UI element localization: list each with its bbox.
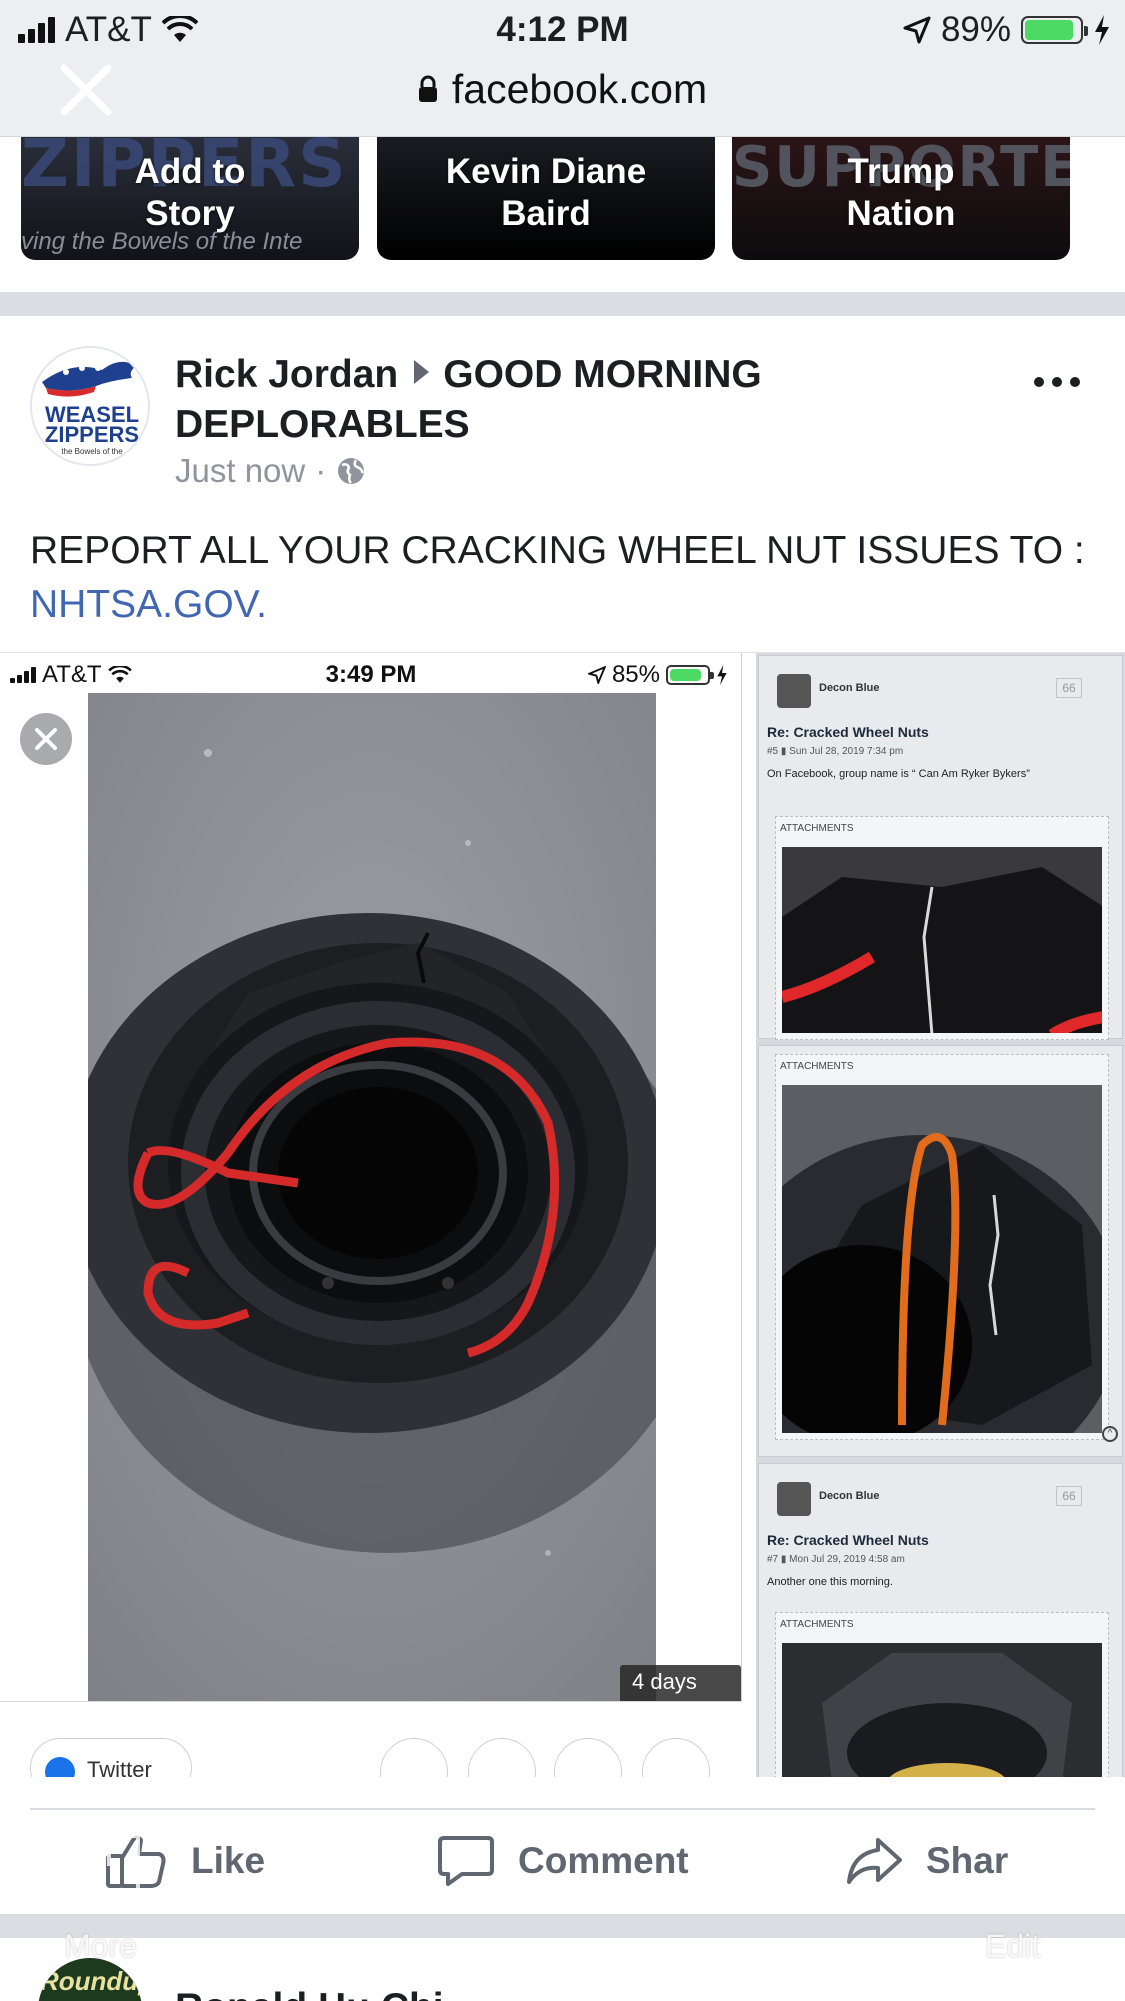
- forum-post: Decon Blue 66 Re: Cracked Wheel Nuts #7 …: [758, 1463, 1123, 1777]
- forum-screenshot: Decon Blue 66 Re: Cracked Wheel Nuts #5 …: [756, 653, 1125, 1777]
- forum-avatar: [777, 674, 811, 708]
- forum-post: Decon Blue 66 Re: Cracked Wheel Nuts #5 …: [758, 655, 1123, 1040]
- story-kevin-diane-baird[interactable]: Kevin Diane Baird: [377, 137, 715, 260]
- url-bar[interactable]: facebook.com: [0, 64, 1125, 114]
- post-avatar[interactable]: WEASEL ZIPPERS the Bowels of the: [30, 346, 150, 466]
- more-overlay-label[interactable]: More: [64, 1928, 137, 1965]
- author-name[interactable]: Rick Jordan: [175, 353, 398, 396]
- charging-bolt-icon: [1095, 15, 1109, 45]
- charging-bolt-icon: [717, 665, 727, 685]
- post-timestamp[interactable]: Just now: [175, 452, 305, 490]
- lock-icon: [418, 75, 437, 102]
- comment-label: Comment: [518, 1840, 689, 1881]
- post-author-line: Rick Jordan GOOD MORNING DEPLORABLES: [175, 350, 855, 450]
- forum-post-body: Another one this morning.: [767, 1576, 893, 1588]
- quote-icon: 66: [1056, 678, 1082, 698]
- globe-icon: [338, 458, 365, 484]
- lens-icon: [380, 1738, 448, 1777]
- story-add-to-story[interactable]: ZIPPERS ving the Bowels of the Inte Add …: [21, 137, 359, 260]
- embedded-toolbar: Twitter: [0, 1701, 742, 1777]
- forum-attachments: ATTACHMENTS: [775, 1054, 1109, 1440]
- post-meta: Just now ·: [175, 452, 366, 490]
- post-actions: Like Comment Shar: [0, 1810, 1125, 1912]
- location-arrow-icon: [903, 16, 931, 44]
- forum-post-title: Re: Cracked Wheel Nuts: [767, 1532, 929, 1548]
- story-label: Kevin Diane Baird: [445, 152, 647, 233]
- battery-percent: 89%: [940, 10, 1011, 49]
- forum-post-body: On Facebook, group name is “ Can Am Ryke…: [767, 768, 1030, 780]
- post-body: REPORT ALL YOUR CRACKING WHEEL NUT ISSUE…: [30, 524, 1100, 632]
- story-trump-nation[interactable]: SUPPORTER TrumpNation: [732, 137, 1070, 260]
- share-icon: [468, 1738, 536, 1777]
- attachment-photo: [782, 847, 1102, 1033]
- twitter-label: Twitter: [87, 1757, 152, 1777]
- location-arrow-icon: [587, 666, 606, 684]
- forum-attachment-block: ATTACHMENTS ^: [758, 1045, 1123, 1457]
- next-post-author[interactable]: Ronald Hu Chi: [175, 1986, 444, 2001]
- attachment-photo: [782, 1085, 1102, 1433]
- comment-button[interactable]: Comment: [438, 1810, 689, 1912]
- battery-icon: [666, 665, 714, 685]
- comment-bubble-icon: [438, 1836, 494, 1886]
- forum-post-title: Re: Cracked Wheel Nuts: [767, 724, 929, 740]
- screen: AT&T 4:12 PM 89% facebook.com ZIPPERS vi…: [0, 0, 1125, 2001]
- svg-text:ZIPPERS: ZIPPERS: [45, 422, 139, 447]
- shared-to-arrow-icon: [414, 360, 430, 384]
- post-link[interactable]: NHTSA.GOV.: [30, 583, 267, 626]
- next-post-preview: Roundup Ronald Hu Chi: [0, 1938, 1125, 2001]
- quote-icon: 66: [1056, 1486, 1082, 1506]
- forum-attachments: ATTACHMENTS: [775, 816, 1109, 1040]
- forum-avatar: [777, 1482, 811, 1516]
- forum-post-date: #7 ▮ Mon Jul 29, 2019 4:58 am: [767, 1554, 905, 1565]
- share-out-icon[interactable]: [72, 1810, 146, 1896]
- browser-top-bar: AT&T 4:12 PM 89% facebook.com: [0, 0, 1125, 137]
- twitter-chip: Twitter: [30, 1738, 192, 1777]
- meta-separator: ·: [315, 452, 327, 489]
- scroll-up-icon: ^: [1102, 1426, 1118, 1442]
- bookmark-icon: [554, 1738, 622, 1777]
- embedded-phone-screenshot: AT&T 3:49 PM 85% 4 days Twitter: [0, 653, 742, 1777]
- status-right: 89%: [903, 10, 1111, 50]
- post-photo[interactable]: AT&T 3:49 PM 85% 4 days Twitter Decon Bl…: [0, 652, 1125, 1777]
- embedded-status-bar: AT&T 3:49 PM 85%: [0, 653, 742, 693]
- share-arrow-icon: [847, 1838, 902, 1884]
- forum-post-date: #5 ▮ Sun Jul 28, 2019 7:34 pm: [767, 746, 904, 757]
- pencil-icon[interactable]: [1000, 1820, 1044, 1876]
- like-label: Like: [191, 1840, 266, 1881]
- edit-overlay-label[interactable]: Edit: [985, 1928, 1040, 1965]
- share-button[interactable]: Shar: [846, 1810, 1008, 1912]
- embedded-battery-percent: 85%: [611, 661, 660, 688]
- svg-text:the Bowels of the: the Bowels of the: [61, 447, 123, 456]
- kebab-menu-icon: [642, 1738, 710, 1777]
- story-label: Add to Story: [134, 152, 246, 233]
- share-label: Shar: [926, 1840, 1009, 1881]
- twitter-icon: [45, 1757, 75, 1777]
- url-text: facebook.com: [451, 65, 708, 112]
- forum-user: Decon Blue: [819, 1490, 880, 1502]
- section-divider: [0, 292, 1125, 316]
- forum-attachments: ATTACHMENTS: [775, 1612, 1109, 1777]
- post-more-options-icon[interactable]: [1027, 362, 1087, 402]
- forum-user: Decon Blue: [819, 682, 880, 694]
- story-label: Trump Nation: [846, 152, 956, 233]
- wheel-nut-photo: [88, 693, 656, 1701]
- attachment-photo: [782, 1643, 1102, 1777]
- battery-icon: [1021, 16, 1088, 44]
- post-divider: [0, 1914, 1125, 1938]
- close-icon[interactable]: [20, 713, 72, 765]
- post-text: REPORT ALL YOUR CRACKING WHEEL NUT ISSUE…: [30, 529, 1085, 572]
- weasel-zippers-logo: WEASEL ZIPPERS the Bowels of the: [32, 348, 148, 464]
- stories-strip: ZIPPERS ving the Bowels of the Inte Add …: [0, 137, 1125, 292]
